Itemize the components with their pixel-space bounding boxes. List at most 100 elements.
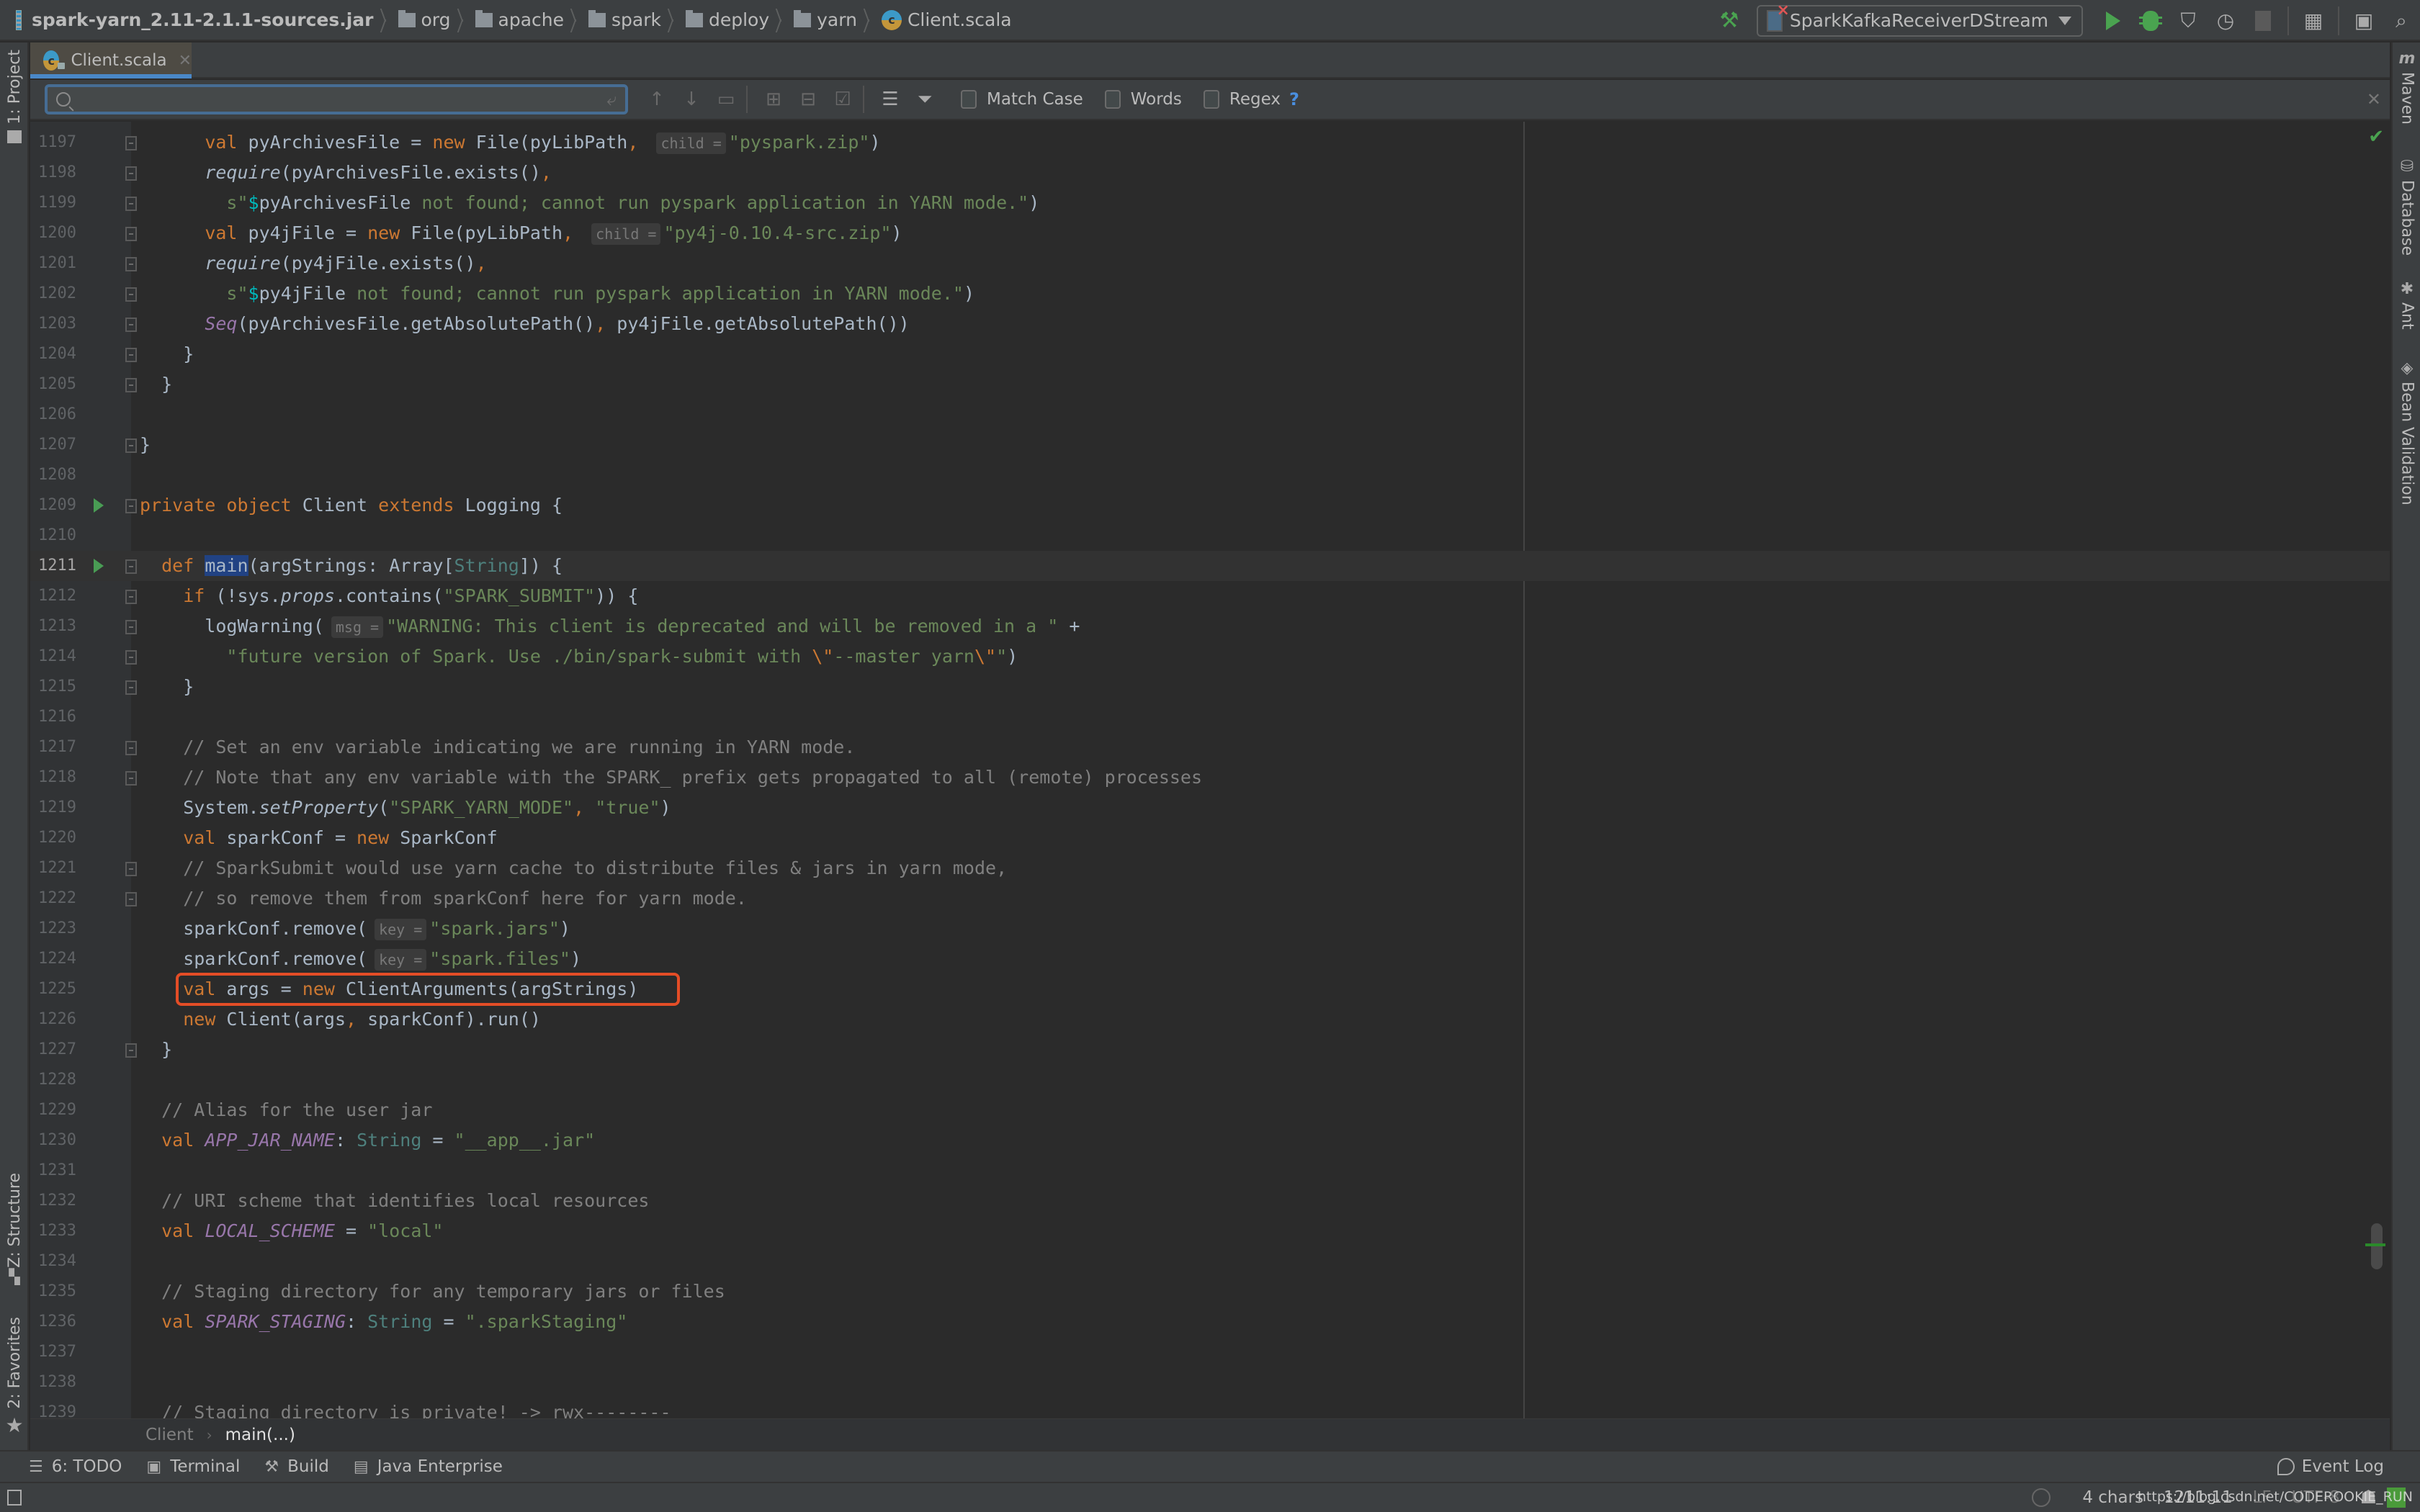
fold-marker-icon[interactable] (125, 590, 137, 604)
vertical-scrollbar[interactable] (2371, 1223, 2383, 1269)
code-line[interactable]: 1222 // so remove them from sparkConf he… (30, 883, 2390, 914)
tool-window-ant[interactable]: ✱ Ant (2393, 280, 2420, 330)
line-number[interactable]: 1210 (30, 521, 76, 551)
run-button[interactable] (2097, 5, 2129, 37)
line-number[interactable]: 1201 (30, 248, 76, 279)
code-line[interactable]: 1214 "future version of Spark. Use ./bin… (30, 642, 2390, 672)
code-line[interactable]: 1215 } (30, 672, 2390, 702)
toggle-tool-windows-icon[interactable] (7, 1490, 22, 1506)
fold-marker-icon[interactable] (125, 318, 137, 332)
line-number[interactable]: 1207 (30, 430, 76, 460)
checkbox[interactable] (1104, 90, 1121, 109)
line-number[interactable]: 1232 (30, 1186, 76, 1216)
regex-checkbox[interactable]: Regex (1203, 90, 1281, 109)
line-number[interactable]: 1223 (30, 914, 76, 944)
line-number[interactable]: 1224 (30, 944, 76, 974)
terminal-window-button[interactable]: ▣ (2348, 5, 2380, 37)
fold-marker-icon[interactable] (125, 499, 137, 513)
code-line[interactable]: 1198 require(pyArchivesFile.exists(), (30, 158, 2390, 188)
tool-window-structure[interactable]: Z: Structure ▚ (0, 1173, 29, 1285)
search-field[interactable]: ⤶ (45, 84, 628, 114)
tool-window-terminal[interactable]: ▣ Terminal (146, 1457, 240, 1476)
tab-client-scala[interactable]: c Client.scala ✕ (30, 42, 192, 78)
line-number[interactable]: 1211 (30, 551, 76, 581)
fold-marker-icon[interactable] (125, 862, 137, 876)
filter-lines-icon[interactable]: ☰ (876, 85, 905, 114)
breadcrumb-item-apache[interactable]: apache (475, 0, 564, 40)
line-number[interactable]: 1213 (30, 611, 76, 642)
line-number[interactable]: 1227 (30, 1035, 76, 1065)
run-gutter-icon[interactable] (94, 559, 104, 573)
code-line[interactable]: 1232 // URI scheme that identifies local… (30, 1186, 2390, 1216)
profile-button[interactable]: ◷ (2210, 5, 2241, 37)
code-line[interactable]: 1205 } (30, 369, 2390, 400)
tool-window-todo[interactable]: ☰ 6: TODO (29, 1457, 122, 1476)
tool-window-event-log[interactable]: Event Log (2277, 1457, 2384, 1476)
code-line[interactable]: 1200 val py4jFile = new File(pyLibPath, … (30, 218, 2390, 248)
line-number[interactable]: 1204 (30, 339, 76, 369)
code-line[interactable]: 1204 } (30, 339, 2390, 369)
code-editor[interactable]: 1197 val pyArchivesFile = new File(pyLib… (30, 122, 2390, 1418)
filter-icon[interactable]: ⏷ (910, 85, 939, 114)
line-number[interactable]: 1230 (30, 1125, 76, 1156)
tool-window-favorites[interactable]: 2: Favorites ★ (0, 1317, 29, 1437)
code-line[interactable]: 1226 new Client(args, sparkConf).run() (30, 1004, 2390, 1035)
code-line[interactable]: 1197 val pyArchivesFile = new File(pyLib… (30, 127, 2390, 158)
line-number[interactable]: 1233 (30, 1216, 76, 1246)
code-line[interactable]: 1203 Seq(pyArchivesFile.getAbsolutePath(… (30, 309, 2390, 339)
breadcrumb-item-client[interactable]: Client (145, 1426, 194, 1444)
line-number[interactable]: 1236 (30, 1307, 76, 1337)
run-with-coverage-button[interactable]: ⛉ (2172, 5, 2204, 37)
line-number[interactable]: 1202 (30, 279, 76, 309)
search-history-icon[interactable] (56, 92, 71, 107)
code-line[interactable]: 1227 } (30, 1035, 2390, 1065)
line-number[interactable]: 1237 (30, 1337, 76, 1367)
words-checkbox[interactable]: Words (1104, 90, 1182, 109)
code-line[interactable]: 1220 val sparkConf = new SparkConf (30, 823, 2390, 853)
search-input[interactable] (78, 90, 607, 109)
code-line[interactable]: 1224 sparkConf.remove(key = "spark.files"… (30, 944, 2390, 974)
line-number[interactable]: 1219 (30, 793, 76, 823)
breadcrumb-item-org[interactable]: org (398, 0, 451, 40)
code-line[interactable]: 1217 // Set an env variable indicating w… (30, 732, 2390, 762)
line-number[interactable]: 1229 (30, 1095, 76, 1125)
line-number[interactable]: 1216 (30, 702, 76, 732)
line-number[interactable]: 1206 (30, 400, 76, 430)
line-number[interactable]: 1221 (30, 853, 76, 883)
line-number[interactable]: 1217 (30, 732, 76, 762)
code-line[interactable]: 1221 // SparkSubmit would use yarn cache… (30, 853, 2390, 883)
debug-button[interactable] (2135, 5, 2166, 37)
new-line-icon[interactable]: ⤶ (607, 89, 617, 109)
tool-window-database[interactable]: ⛁ Database (2393, 158, 2420, 256)
fold-marker-icon[interactable] (125, 741, 137, 755)
code-line[interactable]: 1228 (30, 1065, 2390, 1095)
tool-window-maven[interactable]: m Maven (2393, 50, 2420, 125)
fold-marker-icon[interactable] (125, 197, 137, 211)
close-icon[interactable]: ✕ (2367, 89, 2381, 109)
stop-button[interactable] (2247, 5, 2279, 37)
fold-marker-icon[interactable] (125, 680, 137, 695)
code-line[interactable]: 1239 // Staging directory is private! ->… (30, 1398, 2390, 1418)
line-number[interactable]: 1198 (30, 158, 76, 188)
previous-occurrence-button[interactable]: ↑ (642, 85, 671, 114)
line-number[interactable]: 1239 (30, 1398, 76, 1418)
checkbox[interactable] (961, 90, 977, 109)
line-number[interactable]: 1238 (30, 1367, 76, 1398)
code-line[interactable]: 1216 (30, 702, 2390, 732)
code-line[interactable]: 1211 def main(argStrings: Array[String])… (30, 551, 2390, 581)
code-line[interactable]: 1202 s"$py4jFile not found; cannot run p… (30, 279, 2390, 309)
line-number[interactable]: 1197 (30, 127, 76, 158)
fold-marker-icon[interactable] (125, 771, 137, 786)
line-number[interactable]: 1215 (30, 672, 76, 702)
line-number[interactable]: 1212 (30, 581, 76, 611)
line-number[interactable]: 1200 (30, 218, 76, 248)
code-line[interactable]: 1199 s"$pyArchivesFile not found; cannot… (30, 188, 2390, 218)
find-in-selection-button[interactable]: ▭ (712, 85, 740, 114)
tool-window-project[interactable]: 1: Project (0, 50, 29, 143)
line-number[interactable]: 1203 (30, 309, 76, 339)
breadcrumb-item-spark[interactable]: spark (588, 0, 661, 40)
code-line[interactable]: 1219 System.setProperty("SPARK_YARN_MODE… (30, 793, 2390, 823)
line-number[interactable]: 1225 (30, 974, 76, 1004)
memory-indicator-icon[interactable] (2032, 1488, 2051, 1507)
breadcrumb-item-main[interactable]: main(...) (225, 1426, 295, 1444)
